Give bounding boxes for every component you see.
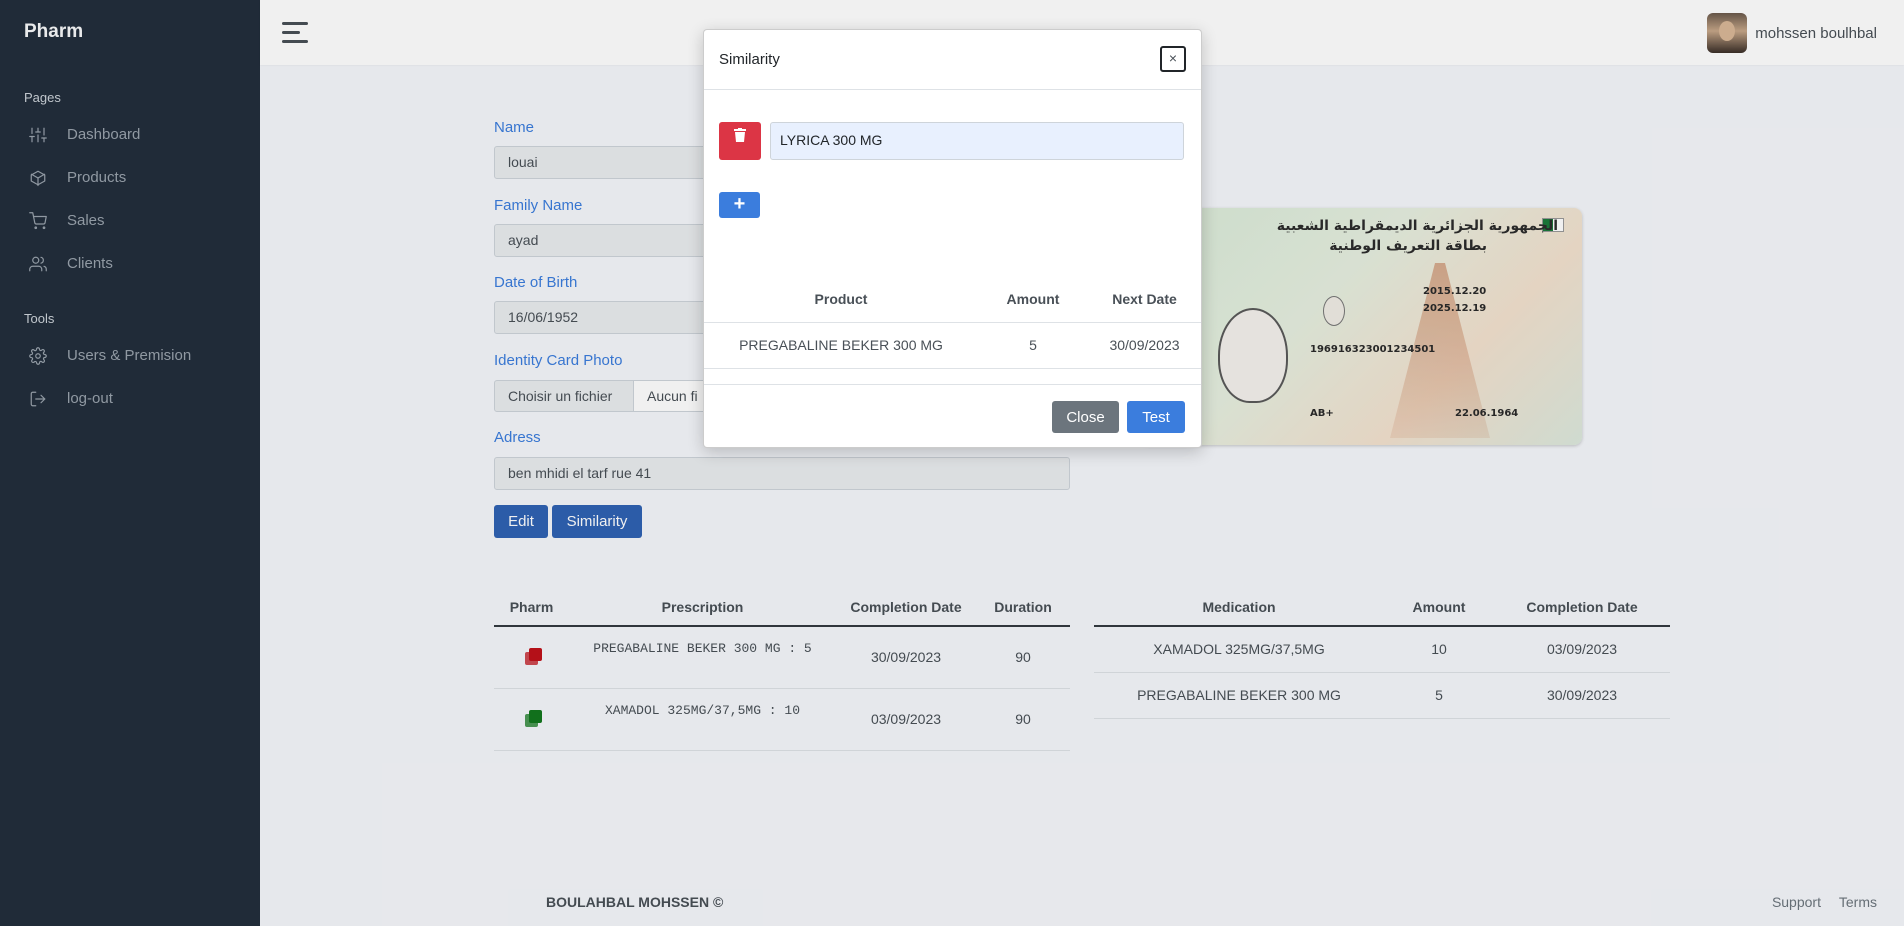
next-date-cell: 30/09/2023 (1088, 322, 1201, 369)
column-header: Next Date (1088, 276, 1201, 323)
add-row-button[interactable]: + (719, 192, 760, 218)
table-row: PREGABALINE BEKER 300 MG 5 30/09/2023 (704, 322, 1201, 369)
modal-title: Similarity (719, 51, 780, 68)
similarity-input[interactable]: LYRICA 300 MG (770, 122, 1184, 160)
modal-header: Similarity (704, 30, 1201, 90)
trash-icon (734, 128, 746, 142)
column-header: Product (704, 276, 978, 323)
similarity-table: Product Amount Next Date PREGABALINE BEK… (704, 276, 1201, 369)
amount-cell: 5 (978, 322, 1088, 369)
column-header: Amount (978, 276, 1088, 323)
delete-button[interactable] (719, 122, 761, 160)
modal-footer: Close Test (704, 384, 1201, 448)
close-icon[interactable]: × (1160, 46, 1186, 72)
close-button[interactable]: Close (1052, 401, 1119, 433)
test-button[interactable]: Test (1127, 401, 1185, 433)
similarity-modal: Similarity × LYRICA 300 MG + Product Amo… (703, 29, 1202, 448)
product-cell: PREGABALINE BEKER 300 MG (704, 322, 978, 369)
